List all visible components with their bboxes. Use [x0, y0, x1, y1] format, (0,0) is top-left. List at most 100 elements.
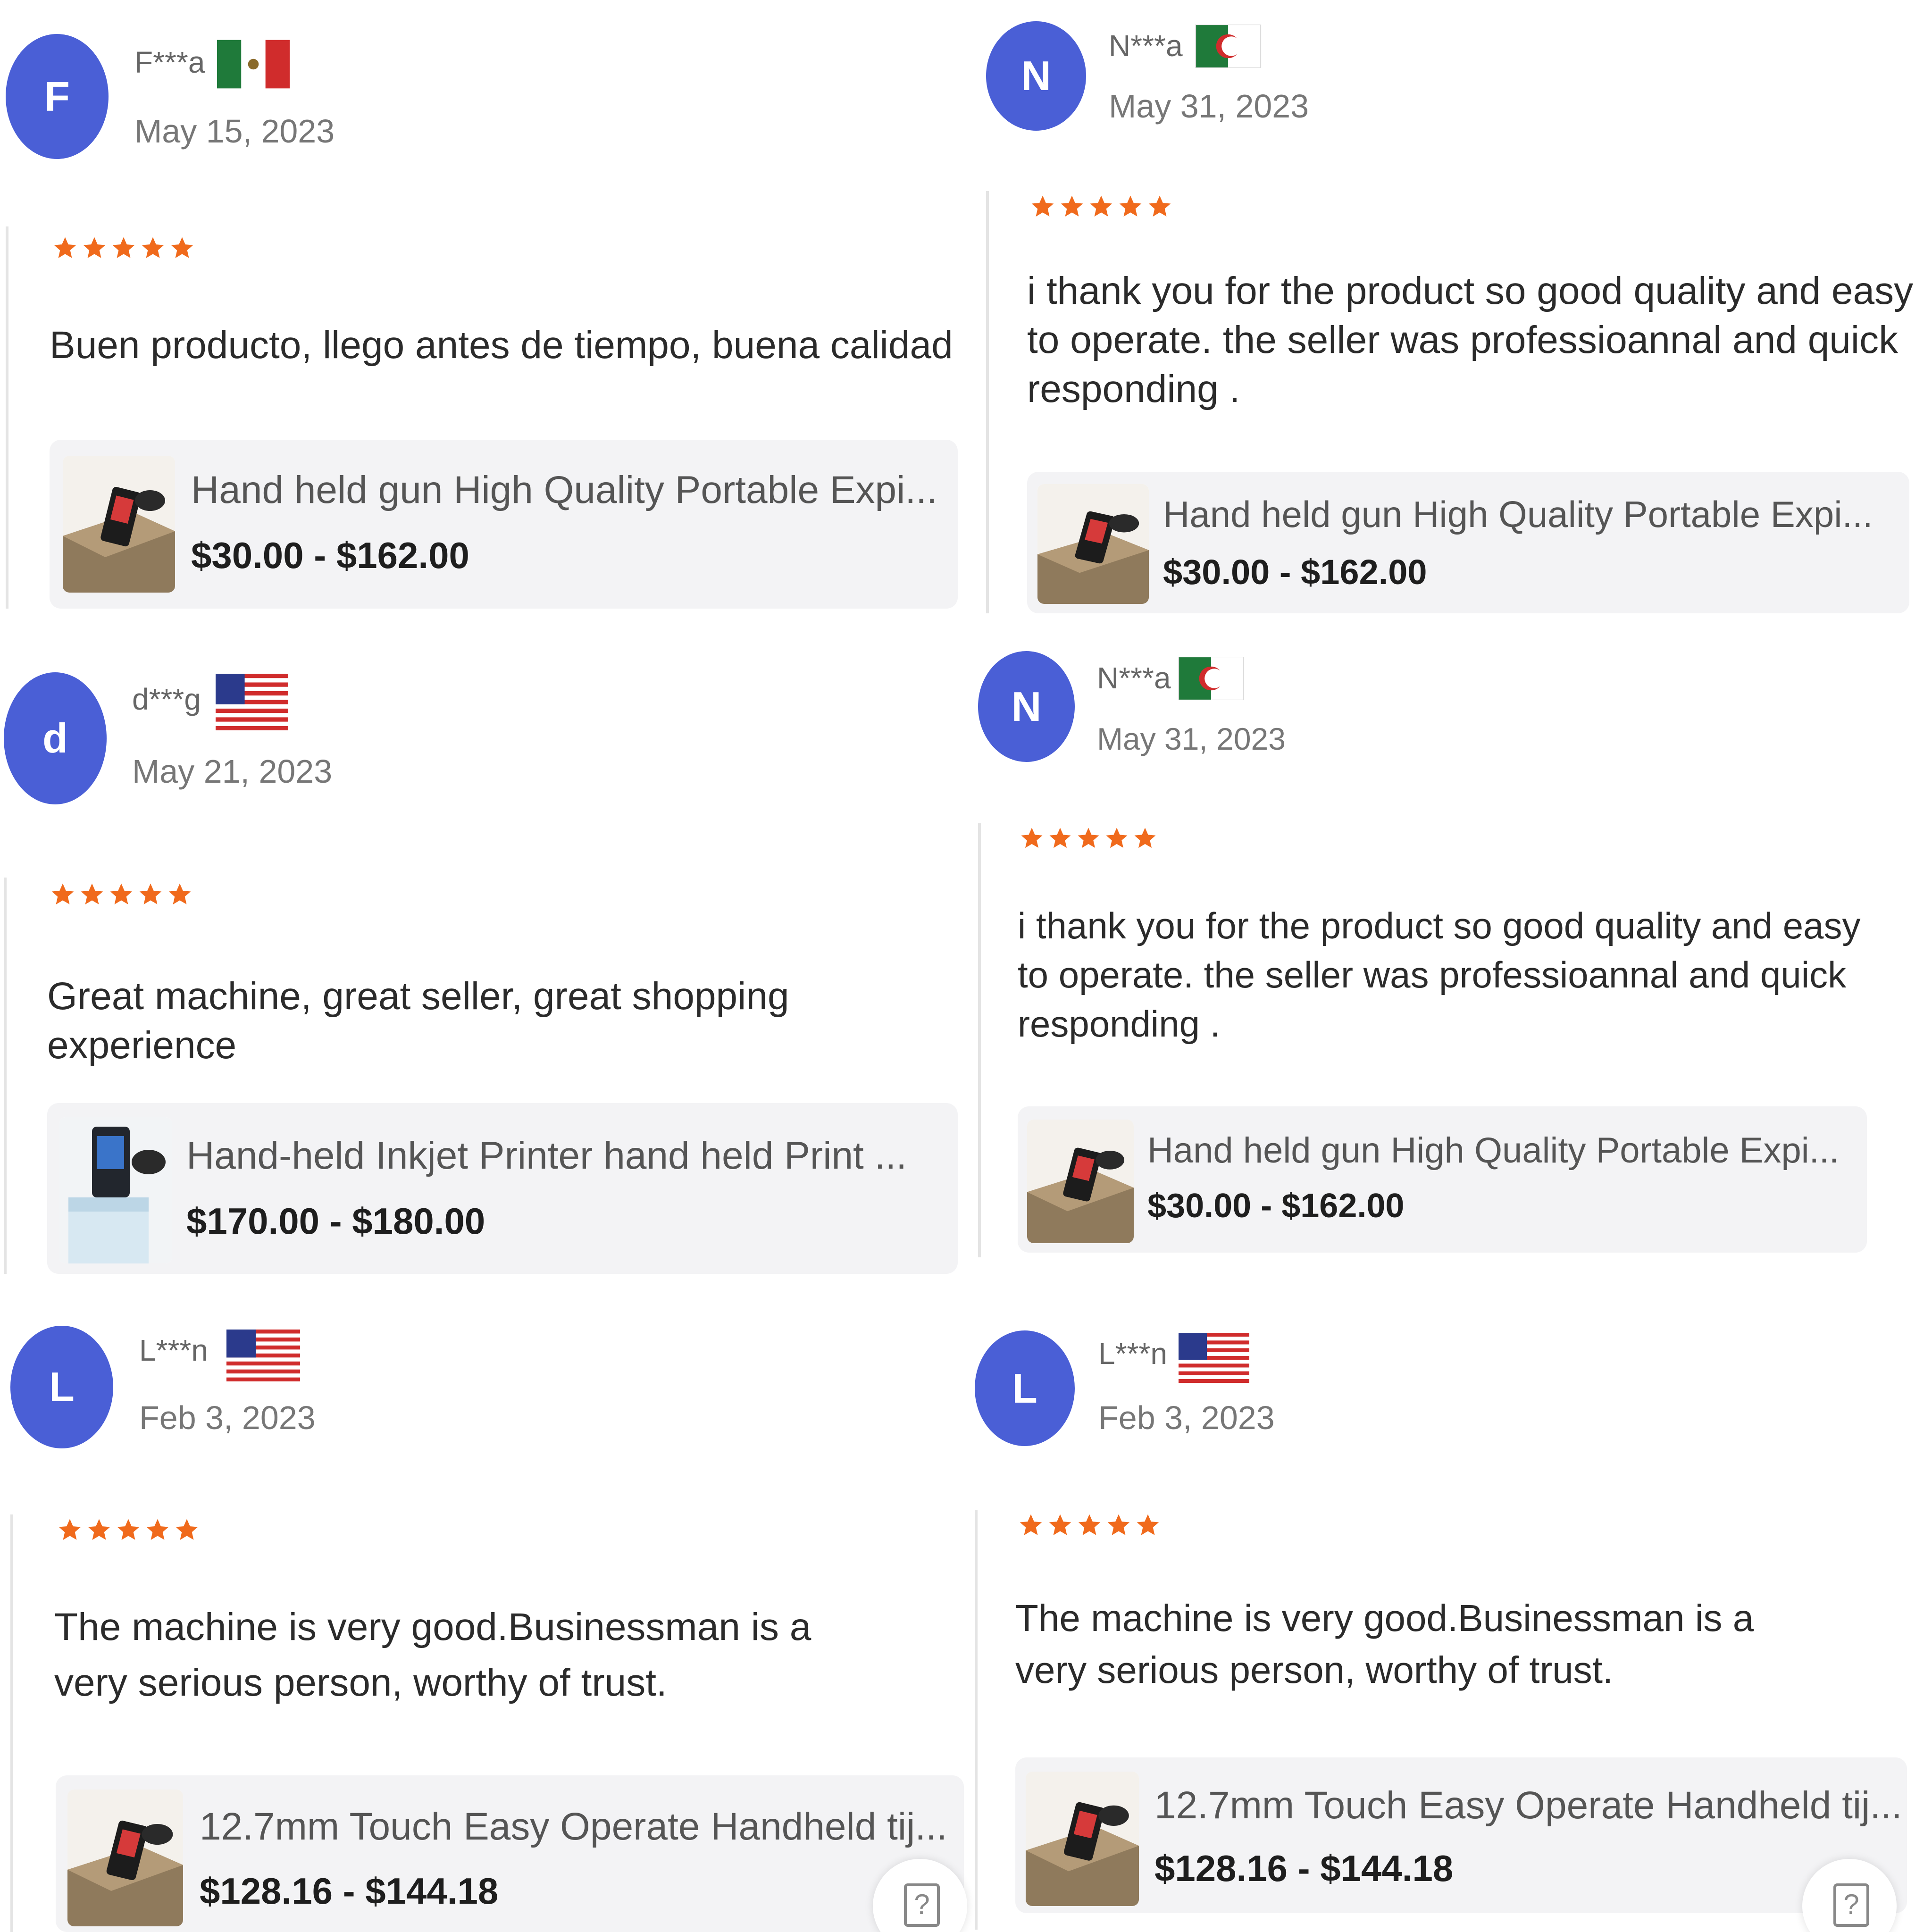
product-price: $170.00 - $180.00: [186, 1200, 485, 1242]
reviewer-name: F***a: [134, 45, 205, 79]
review-date: May 31, 2023: [1109, 88, 1309, 125]
star-icon: [110, 883, 133, 904]
review-text: i thank you for the product so good qual…: [1018, 905, 1861, 1045]
star-icon: [112, 237, 135, 258]
product-card[interactable]: Hand-held Inkjet Printer hand held Print…: [47, 1103, 958, 1274]
star-icon: [88, 1519, 110, 1540]
product-thumbnail: [1026, 1772, 1139, 1906]
handheld-printer-on-box-image: [67, 1790, 183, 1926]
review-date: Feb 3, 2023: [139, 1399, 316, 1436]
review-date: May 21, 2023: [132, 753, 333, 790]
star-icon: [1078, 1514, 1101, 1535]
product-title[interactable]: Hand held gun High Quality Portable Expi…: [191, 468, 937, 512]
product-price: $30.00 - $162.00: [1147, 1187, 1405, 1225]
usa-flag: [216, 674, 288, 730]
product-card[interactable]: Hand held gun High Quality Portable Expi…: [1018, 1106, 1867, 1253]
product-price: $30.00 - $162.00: [191, 535, 469, 576]
star-rating: [50, 881, 193, 908]
review-text: The machine is very good.Businessman is …: [1015, 1597, 1754, 1691]
divider: [986, 191, 989, 613]
product-thumbnail: [67, 1790, 183, 1926]
divider: [4, 878, 7, 1274]
star-rating: [57, 1517, 200, 1543]
divider: [978, 823, 981, 1257]
mexico-flag: [217, 40, 290, 89]
star-icon: [1049, 828, 1071, 848]
product-card[interactable]: 12.7mm Touch Easy Operate Handheld tij..…: [56, 1775, 964, 1932]
product-title[interactable]: Hand held gun High Quality Portable Expi…: [1147, 1130, 1839, 1171]
product-card[interactable]: 12.7mm Touch Easy Operate Handheld tij..…: [1015, 1757, 1907, 1913]
review-card: d d***g May 21, 2023 Great machine, grea…: [0, 632, 981, 1279]
star-icon: [117, 1519, 140, 1540]
avatar[interactable]: d: [4, 672, 107, 804]
handheld-printer-on-box-image: [63, 456, 175, 593]
reviews-collage: F F***a May 15, 2023 Buen producto, lleg…: [0, 0, 1932, 1932]
product-title[interactable]: 12.7mm Touch Easy Operate Handheld tij..…: [200, 1805, 947, 1849]
avatar[interactable]: N: [986, 21, 1086, 131]
handheld-printer-on-box-image: [1027, 1120, 1134, 1243]
product-price: $128.16 - $144.18: [200, 1870, 499, 1912]
product-thumbnail: [63, 456, 175, 593]
handheld-printer-on-box-image: [1026, 1772, 1139, 1906]
star-icon: [83, 237, 106, 258]
avatar[interactable]: L: [10, 1326, 113, 1448]
star-icon: [54, 237, 76, 258]
star-icon: [1031, 195, 1054, 217]
star-icon: [59, 1519, 81, 1540]
help-icon: ?: [904, 1883, 940, 1927]
algeria-flag: [1195, 25, 1262, 68]
star-rating: [1019, 826, 1158, 851]
star-icon: [1090, 195, 1112, 217]
review-text: Great machine, great seller, great shopp…: [47, 975, 789, 1067]
divider: [975, 1510, 978, 1930]
star-icon: [1107, 1514, 1130, 1535]
review-card: N N***a May 31, 2023 i thank you for the…: [981, 0, 1932, 618]
product-title[interactable]: Hand-held Inkjet Printer hand held Print…: [186, 1134, 907, 1178]
star-icon: [1137, 1514, 1159, 1535]
star-rating: [1018, 1512, 1161, 1539]
star-icon: [1119, 195, 1142, 217]
review-text: Buen producto, llego antes de tiempo, bu…: [50, 324, 953, 367]
star-icon: [171, 237, 193, 258]
star-icon: [146, 1519, 169, 1540]
star-icon: [1049, 1514, 1071, 1535]
product-price: $128.16 - $144.18: [1154, 1848, 1454, 1889]
inkjet-printer-image: [59, 1117, 172, 1263]
avatar[interactable]: L: [975, 1330, 1075, 1446]
reviewer-name: N***a: [1097, 661, 1171, 695]
review-date: May 31, 2023: [1097, 721, 1286, 756]
star-icon: [142, 237, 164, 258]
product-card[interactable]: Hand held gun High Quality Portable Expi…: [50, 440, 958, 609]
star-icon: [176, 1519, 198, 1540]
star-rating: [1029, 193, 1173, 220]
star-icon: [1061, 195, 1083, 217]
star-icon: [1020, 1514, 1042, 1535]
avatar[interactable]: N: [978, 651, 1075, 762]
star-icon: [1106, 828, 1128, 848]
star-icon: [168, 883, 191, 904]
usa-flag: [226, 1330, 300, 1381]
star-icon: [1134, 828, 1156, 848]
divider: [10, 1514, 13, 1932]
reviewer-name: L***n: [1098, 1337, 1167, 1371]
handheld-printer-on-box-image: [1037, 484, 1149, 604]
reviewer-name: d***g: [132, 682, 201, 716]
reviewer-name: L***n: [139, 1333, 208, 1367]
star-icon: [1021, 828, 1043, 848]
star-icon: [139, 883, 162, 904]
product-card[interactable]: Hand held gun High Quality Portable Expi…: [1027, 472, 1909, 613]
product-thumbnail: [1037, 484, 1149, 604]
product-title[interactable]: Hand held gun High Quality Portable Expi…: [1163, 493, 1873, 536]
review-date: Feb 3, 2023: [1098, 1399, 1275, 1436]
product-thumbnail: [1027, 1120, 1134, 1243]
review-card: F F***a May 15, 2023 Buen producto, lleg…: [0, 0, 981, 613]
divider: [6, 226, 8, 609]
star-icon: [1078, 828, 1099, 848]
avatar[interactable]: F: [6, 34, 109, 159]
product-thumbnail: [59, 1117, 172, 1263]
star-rating: [52, 235, 195, 261]
product-title[interactable]: 12.7mm Touch Easy Operate Handheld tij..…: [1154, 1783, 1902, 1828]
star-icon: [81, 883, 103, 904]
product-price: $30.00 - $162.00: [1163, 552, 1427, 592]
review-card: L L***n Feb 3, 2023 The machine is very …: [972, 1307, 1932, 1932]
